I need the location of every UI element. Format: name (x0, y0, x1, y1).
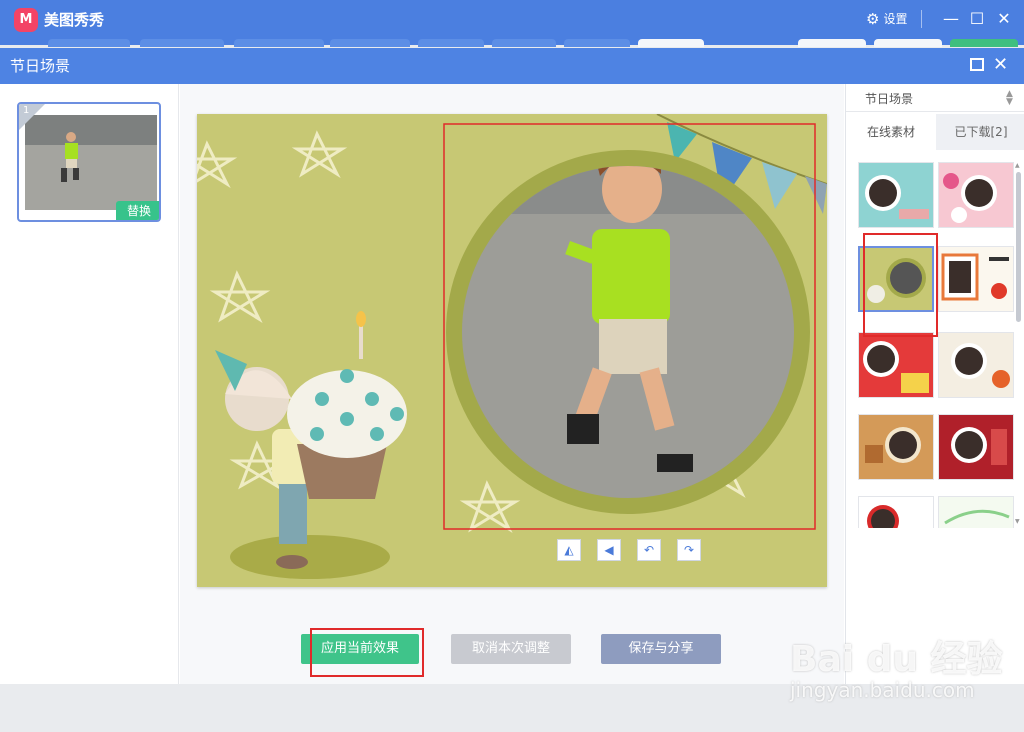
app-tab[interactable] (492, 39, 556, 47)
replace-photo-button[interactable]: 替换 (116, 201, 159, 220)
template-thumbnail[interactable] (858, 414, 934, 480)
app-tab[interactable] (48, 39, 130, 47)
app-tab[interactable] (564, 39, 630, 47)
template-thumbnail[interactable] (938, 246, 1014, 312)
app-tab[interactable] (330, 39, 410, 47)
scroll-up-icon[interactable]: ▲ (1015, 162, 1020, 169)
photo-thumbnail[interactable]: 1 替换 (17, 102, 161, 222)
dropdown-arrows-icon: ▲ ▼ (1006, 89, 1013, 107)
scene-canvas (197, 114, 827, 587)
dialog-title: 节日场景 (10, 57, 71, 75)
scrollbar-thumb[interactable] (1016, 172, 1021, 322)
category-dropdown-value: 节日场景 (865, 92, 914, 106)
app-logo-icon: M (14, 8, 38, 32)
transform-toolbar: ◭ ◀ ↶ ↷ (557, 539, 717, 561)
watermark-brand: Bai du 经验 (790, 639, 1003, 680)
rotate-right-icon[interactable]: ↷ (677, 539, 701, 561)
template-thumbnail[interactable] (938, 332, 1014, 398)
app-name: 美图秀秀 (44, 11, 105, 29)
watermark-url: jingyan.baidu.com (790, 678, 975, 702)
material-tabs: 在线素材 已下载[2] (846, 114, 1024, 150)
materials-panel: 节日场景 ▲ ▼ 在线素材 已下载[2] ▲ ▼ (845, 84, 1024, 684)
category-dropdown[interactable]: 节日场景 ▲ ▼ (846, 84, 1024, 112)
minimize-icon[interactable]: — (940, 8, 962, 30)
cancel-adjustment-button[interactable]: 取消本次调整 (451, 634, 571, 664)
app-tab[interactable] (798, 39, 866, 47)
apply-button-highlight (310, 628, 424, 677)
app-tab[interactable] (950, 39, 1018, 47)
tab-downloaded[interactable]: 已下载[2] (936, 114, 1024, 150)
template-thumbnail[interactable] (938, 414, 1014, 480)
app-tab[interactable] (140, 39, 224, 47)
app-tab-active[interactable] (638, 39, 704, 47)
gear-icon: ⚙ (866, 10, 880, 28)
settings-label: 设置 (883, 12, 908, 26)
template-thumbnail[interactable] (858, 496, 934, 528)
app-tab[interactable] (418, 39, 484, 47)
titlebar-divider (921, 10, 922, 28)
save-share-button[interactable]: 保存与分享 (601, 634, 721, 664)
photo-list-panel: 1 替换 (0, 84, 179, 684)
settings-button[interactable]: ⚙ 设置 (866, 9, 907, 29)
close-icon[interactable]: ✕ (993, 8, 1015, 30)
scroll-down-icon[interactable]: ▼ (1015, 518, 1020, 525)
app-tab[interactable] (874, 39, 942, 47)
scene-dialog: 节日场景 ✕ 1 替换 ◭ ◀ ↶ ↷ 应用当前效果 取消本次调整 保存与分享 … (0, 48, 1024, 684)
dialog-maximize-icon[interactable] (970, 58, 984, 71)
dialog-close-icon[interactable]: ✕ (993, 53, 1008, 77)
rotate-left-icon[interactable]: ↶ (637, 539, 661, 561)
template-grid (857, 162, 1017, 528)
app-tab[interactable] (234, 39, 324, 47)
maximize-icon[interactable]: ☐ (966, 8, 988, 30)
dialog-header: 节日场景 ✕ (0, 48, 1024, 84)
template-scrollbar[interactable]: ▲ ▼ (1015, 162, 1022, 528)
template-thumbnail[interactable] (858, 332, 934, 398)
template-thumbnail[interactable] (858, 162, 934, 228)
template-selection-highlight (863, 233, 938, 337)
baidu-jingyan-watermark: Bai du 经验 jingyan.baidu.com (790, 630, 1010, 710)
template-thumbnail[interactable] (938, 162, 1014, 228)
canvas-area: ◭ ◀ ↶ ↷ 应用当前效果 取消本次调整 保存与分享 (180, 84, 844, 684)
photo-index-label: 1 (23, 105, 30, 116)
flip-vertical-icon[interactable]: ◀ (597, 539, 621, 561)
flip-horizontal-icon[interactable]: ◭ (557, 539, 581, 561)
template-thumbnail[interactable] (938, 496, 1014, 528)
app-titlebar: M 美图秀秀 ⚙ 设置 — ☐ ✕ (0, 0, 1024, 47)
tab-online-materials[interactable]: 在线素材 (846, 114, 936, 150)
